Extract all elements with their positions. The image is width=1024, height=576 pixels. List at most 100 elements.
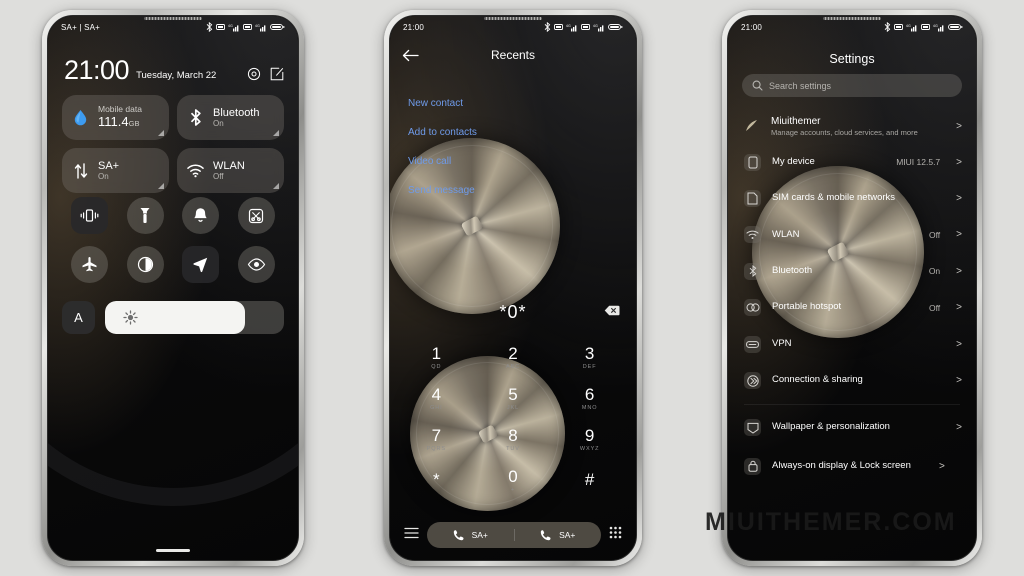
- key-star[interactable]: *: [398, 461, 475, 499]
- settings-account-row[interactable]: Miuithemer Manage accounts, cloud servic…: [728, 108, 976, 144]
- tile-resize-corner[interactable]: [158, 130, 164, 136]
- dark-mode-icon: [137, 256, 153, 273]
- dialer-header: Recents: [390, 38, 636, 72]
- backspace-button[interactable]: [604, 303, 620, 321]
- call-button-sim2[interactable]: SA+: [513, 529, 602, 541]
- key-0[interactable]: 0 +: [475, 461, 552, 499]
- settings-item-label: VPN: [772, 337, 792, 349]
- tile-label: Bluetooth: [213, 106, 260, 119]
- dialed-number: *0*: [499, 301, 527, 322]
- tile-value: 111.4GB: [98, 113, 140, 129]
- toggle-screenshot[interactable]: [237, 197, 275, 234]
- key-8[interactable]: 8 TUV: [475, 420, 552, 458]
- phone-call-icon: [540, 530, 551, 541]
- suggestion-video-call[interactable]: Video call: [408, 156, 477, 167]
- phone-control-center: SA+ | SA+ 4G 4G 21:00 Tuesday, March 22: [42, 10, 304, 566]
- key-7[interactable]: 7 PQRS: [398, 420, 475, 458]
- toggle-vibrate[interactable]: [71, 197, 109, 234]
- vpn-icon: [744, 335, 761, 353]
- key-3[interactable]: 3 DEF: [551, 338, 628, 376]
- hotspot-icon: [744, 299, 761, 317]
- settings-item-label: Always-on display & Lock screen: [772, 459, 911, 471]
- toggle-flashlight[interactable]: [126, 197, 164, 234]
- settings-item-sim-cards[interactable]: SIM cards & mobile networks >: [728, 180, 976, 216]
- tile-resize-corner[interactable]: [273, 183, 279, 189]
- key-letters: MNO: [581, 404, 598, 411]
- chevron-right-icon: >: [956, 120, 962, 132]
- settings-item-portable-hotspot[interactable]: Portable hotspot Off >: [728, 290, 976, 326]
- call-buttons: SA+ SA+: [427, 522, 601, 548]
- screenshot-stage: SA+ | SA+ 4G 4G 21:00 Tuesday, March 22: [0, 0, 1024, 576]
- keypad-toggle-button[interactable]: [609, 526, 622, 544]
- svg-text:4G: 4G: [906, 24, 911, 28]
- wallpaper-icon: [744, 419, 761, 437]
- toggle-location[interactable]: [182, 246, 220, 283]
- key-digit: 0: [508, 466, 518, 486]
- tile-mobile-data-texts: Mobile data 111.4GB: [98, 104, 142, 130]
- tile-bluetooth[interactable]: Bluetooth On: [177, 95, 284, 140]
- key-6[interactable]: 6 MNO: [551, 379, 628, 417]
- status-left-text: 21:00: [741, 22, 763, 32]
- settings-item-wallpaper[interactable]: Wallpaper & personalization >: [728, 410, 976, 446]
- tile-resize-corner[interactable]: [273, 130, 279, 136]
- chevron-right-icon: >: [956, 375, 962, 387]
- suggestion-send-message[interactable]: Send message: [408, 185, 477, 196]
- settings-item-vpn[interactable]: VPN >: [728, 326, 976, 362]
- flashlight-icon: [140, 208, 150, 223]
- key-digit: 1: [431, 343, 442, 363]
- settings-item-always-on-display[interactable]: Always-on display & Lock screen >: [728, 446, 976, 486]
- settings-item-connection-sharing[interactable]: Connection & sharing >: [728, 362, 976, 398]
- earpiece-speaker: [484, 17, 542, 20]
- search-placeholder: Search settings: [769, 80, 832, 91]
- toggle-sound[interactable]: [182, 197, 220, 234]
- toggle-dark-mode[interactable]: [126, 246, 164, 283]
- dialer-title: Recents: [490, 48, 536, 62]
- key-digit: 6: [584, 384, 595, 404]
- key-digit: *: [433, 469, 440, 489]
- edit-icon[interactable]: [270, 67, 284, 81]
- tile-wlan[interactable]: WLAN Off: [177, 148, 284, 193]
- signal-bars-2-icon: 4G: [255, 24, 266, 31]
- key-hash[interactable]: #: [551, 461, 628, 499]
- sim2-icon: [243, 24, 252, 30]
- key-digit: 7: [431, 425, 442, 445]
- tile-state: On: [98, 172, 109, 182]
- settings-item-bluetooth[interactable]: Bluetooth On >: [728, 253, 976, 289]
- suggestion-new-contact[interactable]: New contact: [408, 98, 477, 109]
- settings-item-wlan[interactable]: WLAN Off >: [728, 217, 976, 253]
- search-settings-input[interactable]: Search settings: [742, 74, 962, 97]
- key-5[interactable]: 5 JKL: [475, 379, 552, 417]
- key-4[interactable]: 4 GHI: [398, 379, 475, 417]
- home-indicator[interactable]: [156, 549, 190, 552]
- chevron-right-icon: >: [939, 460, 945, 472]
- settings-item-label: WLAN: [772, 228, 800, 240]
- key-2[interactable]: 2 ABC: [475, 338, 552, 376]
- settings-gear-icon[interactable]: [247, 67, 261, 81]
- phone2-screen: 21:00 4G 4G Recents New contact Add to c…: [390, 16, 636, 560]
- svg-text:4G: 4G: [593, 24, 598, 28]
- settings-item-my-device[interactable]: My device MIUI 12.5.7 >: [728, 144, 976, 180]
- back-button[interactable]: [390, 49, 430, 62]
- key-9[interactable]: 9 WXYZ: [551, 420, 628, 458]
- screenshot-icon: [249, 208, 264, 223]
- tile-data-network[interactable]: SA+ On: [62, 148, 169, 193]
- key-1[interactable]: 1 QD: [398, 338, 475, 376]
- sim2-icon: [581, 24, 590, 30]
- menu-button[interactable]: [404, 526, 419, 544]
- settings-item-value: On: [928, 266, 941, 277]
- phone3-screen-bezel: 21:00 4G 4G Settings Search settings Miu…: [727, 15, 977, 561]
- tile-resize-corner[interactable]: [158, 183, 164, 189]
- key-digit: 2: [508, 343, 518, 363]
- key-digit: 3: [584, 343, 595, 363]
- auto-brightness-button[interactable]: A: [62, 301, 95, 334]
- suggestion-add-to-contacts[interactable]: Add to contacts: [408, 127, 477, 138]
- status-icons: 4G 4G: [884, 22, 963, 32]
- signal-bars-1-icon: 4G: [566, 24, 577, 31]
- toggle-airplane[interactable]: [71, 246, 109, 283]
- call-button-sim1[interactable]: SA+: [427, 529, 514, 541]
- toggle-eye-care[interactable]: [237, 246, 275, 283]
- tile-mobile-data[interactable]: Mobile data 111.4GB: [62, 95, 169, 140]
- key-digit: #: [584, 469, 595, 489]
- brightness-slider[interactable]: [105, 301, 284, 334]
- signal-bars-1-icon: 4G: [906, 24, 917, 31]
